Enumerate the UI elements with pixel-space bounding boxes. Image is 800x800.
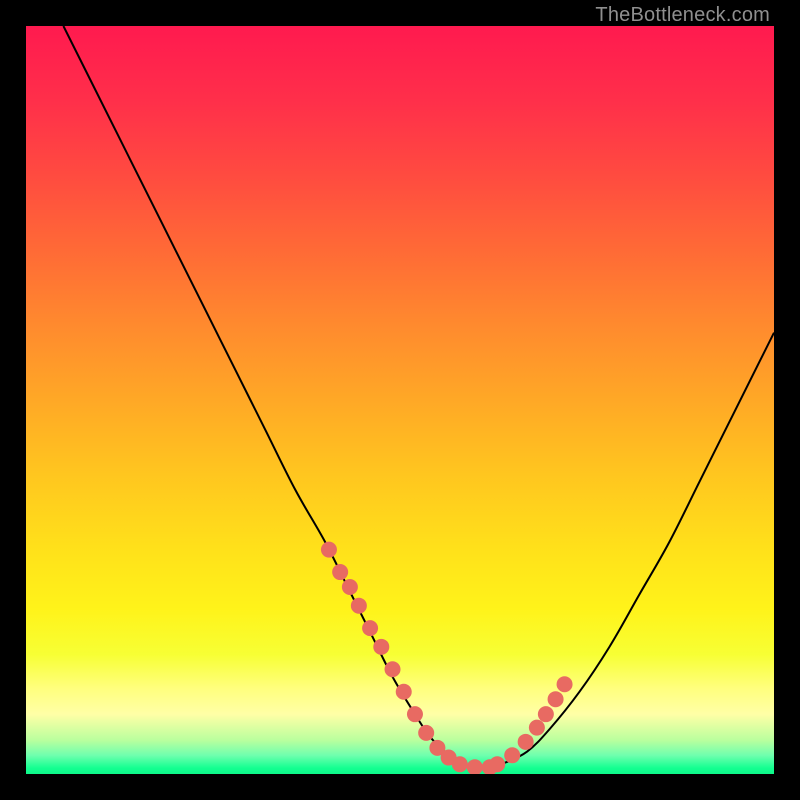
marker-dot xyxy=(418,725,434,741)
marker-dot xyxy=(332,564,348,580)
marker-dot xyxy=(373,639,389,655)
marker-dot xyxy=(385,661,401,677)
marker-dot xyxy=(321,542,337,558)
marker-dot xyxy=(538,706,554,722)
bottleneck-chart xyxy=(26,26,774,774)
marker-dot xyxy=(529,720,545,736)
marker-dot xyxy=(557,676,573,692)
marker-dot xyxy=(342,579,358,595)
watermark-text: TheBottleneck.com xyxy=(595,4,770,27)
marker-dot xyxy=(518,734,534,750)
marker-dot xyxy=(396,684,412,700)
marker-dot xyxy=(548,691,564,707)
marker-dot xyxy=(489,756,505,772)
marker-dot xyxy=(362,620,378,636)
chart-background xyxy=(26,26,774,774)
marker-dot xyxy=(452,756,468,772)
marker-dot xyxy=(504,747,520,763)
marker-dot xyxy=(351,598,367,614)
marker-dot xyxy=(407,706,423,722)
chart-frame xyxy=(26,26,774,774)
